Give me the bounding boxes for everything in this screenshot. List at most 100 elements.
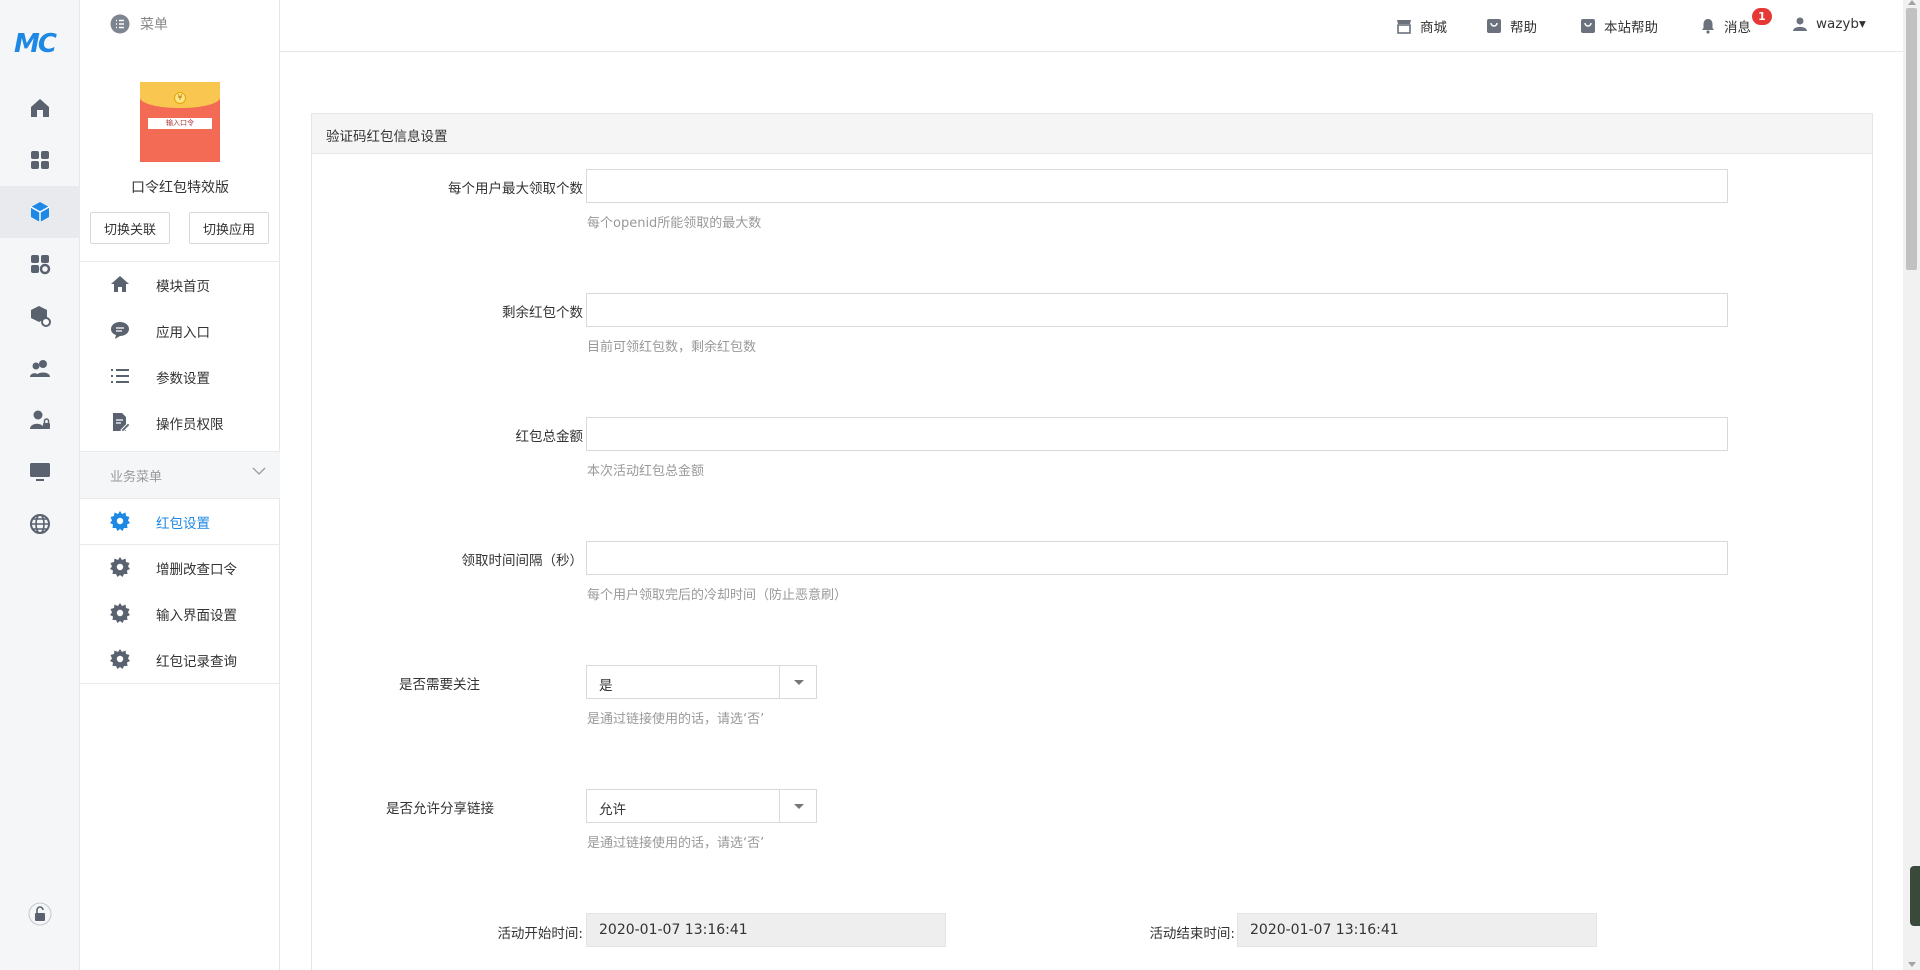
nav-item-operator-permissions[interactable]: 操作员权限 xyxy=(80,399,280,445)
select-value: 是 xyxy=(599,678,613,694)
total-amount-input[interactable] xyxy=(586,417,1728,451)
coin-icon: ¥ xyxy=(174,92,186,104)
caret-down-icon xyxy=(779,666,816,698)
caret-down-icon xyxy=(779,790,816,822)
field-help: 是通过链接使用的话，请选‘否’ xyxy=(587,712,765,727)
store-icon xyxy=(1397,20,1411,34)
field-label: 是否需要关注 xyxy=(399,677,480,693)
document-edit-icon xyxy=(113,413,130,432)
field-label: 红包总金额 xyxy=(515,429,584,445)
nav-label: 参数设置 xyxy=(156,371,210,387)
module-thumbnail: ¥ 输入口令 xyxy=(140,82,220,162)
start-time-label: 活动开始时间: xyxy=(497,926,583,942)
home-icon xyxy=(111,276,129,292)
nav-label: 红包记录查询 xyxy=(156,654,237,670)
field-label: 每个用户最大领取个数 xyxy=(448,181,583,197)
top-link-label: 消息 xyxy=(1724,20,1751,36)
nav-item-redpacket-settings[interactable]: 红包设置 xyxy=(80,498,280,544)
rail-apps-grid-icon[interactable] xyxy=(0,134,80,186)
start-time-input[interactable]: 2020-01-07 13:16:41 xyxy=(586,913,946,947)
select-value: 允许 xyxy=(599,802,626,818)
field-label: 领取时间间隔（秒） xyxy=(461,553,584,569)
rail-users-icon[interactable] xyxy=(0,342,80,394)
nav-label: 操作员权限 xyxy=(156,417,224,433)
gear-icon xyxy=(110,649,130,669)
nav-label: 红包设置 xyxy=(156,516,210,532)
nav-item-app-entry[interactable]: 应用入口 xyxy=(80,307,280,353)
top-link-label: 帮助 xyxy=(1510,20,1537,36)
rail-package-settings-icon[interactable] xyxy=(0,290,80,342)
module-sidebar: 菜单 ¥ 输入口令 口令红包特效版 切换关联 切换应用 模块首页 应用入口 参数… xyxy=(80,0,280,970)
user-icon xyxy=(1793,17,1807,31)
nav-label: 应用入口 xyxy=(156,325,210,341)
help-bag-icon xyxy=(1581,19,1595,33)
max-per-user-input[interactable] xyxy=(586,169,1728,203)
field-help: 是通过链接使用的话，请选‘否’ xyxy=(587,836,765,851)
menu-toggle[interactable]: 菜单 xyxy=(110,14,168,34)
vertical-scrollbar[interactable] xyxy=(1903,0,1920,970)
icon-rail: MC xyxy=(0,0,80,970)
nav-item-module-home[interactable]: 模块首页 xyxy=(80,261,280,307)
chevron-down-icon xyxy=(252,467,266,475)
top-link-site-help[interactable]: 本站帮助 xyxy=(1580,16,1658,36)
scrollbar-thumb[interactable] xyxy=(1906,8,1917,270)
chat-icon xyxy=(111,322,129,339)
message-count-badge: 1 xyxy=(1752,8,1772,25)
remaining-count-input[interactable] xyxy=(586,293,1728,327)
switch-link-button[interactable]: 切换关联 xyxy=(90,212,170,244)
field-help: 每个openid所能领取的最大数 xyxy=(587,216,762,231)
scroll-up-arrow-icon[interactable] xyxy=(1908,0,1916,5)
scroll-down-arrow-icon[interactable] xyxy=(1908,962,1916,967)
field-label: 剩余红包个数 xyxy=(502,305,583,321)
gear-icon xyxy=(110,511,130,531)
edge-widget-handle[interactable] xyxy=(1910,866,1920,926)
rail-home-icon[interactable] xyxy=(0,82,80,134)
top-link-messages[interactable]: 消息 xyxy=(1700,16,1751,36)
app-logo[interactable]: MC xyxy=(14,30,66,58)
allow-share-select[interactable]: 允许 xyxy=(586,789,817,823)
start-time-value: 2020-01-07 13:16:41 xyxy=(599,922,748,938)
unlock-icon[interactable] xyxy=(0,888,80,940)
require-follow-select[interactable]: 是 xyxy=(586,665,817,699)
gear-icon xyxy=(110,603,130,623)
list-icon xyxy=(111,369,129,383)
nav-item-parameters[interactable]: 参数设置 xyxy=(80,353,280,399)
section-label: 业务菜单 xyxy=(110,470,163,485)
end-time-value: 2020-01-07 13:16:41 xyxy=(1250,922,1399,938)
top-link-label: 商城 xyxy=(1420,20,1447,36)
field-help: 每个用户领取完后的冷却时间（防止恶意刷） xyxy=(587,588,848,603)
nav-item-redpacket-records[interactable]: 红包记录查询 xyxy=(80,636,280,682)
module-title: 口令红包特效版 xyxy=(131,180,229,196)
top-link-help[interactable]: 帮助 xyxy=(1486,16,1537,36)
panel-title: 验证码红包信息设置 xyxy=(326,129,448,145)
nav-item-input-ui-settings[interactable]: 输入界面设置 xyxy=(80,590,280,636)
nav-label: 增删改查口令 xyxy=(156,562,237,578)
menu-label: 菜单 xyxy=(140,17,168,33)
switch-app-button[interactable]: 切换应用 xyxy=(189,212,269,244)
end-time-input[interactable]: 2020-01-07 13:16:41 xyxy=(1237,913,1597,947)
nav-item-manage-passwords[interactable]: 增删改查口令 xyxy=(80,544,280,590)
rail-user-lock-icon[interactable] xyxy=(0,394,80,446)
settings-panel: 验证码红包信息设置 每个用户最大领取个数 每个openid所能领取的最大数 剩余… xyxy=(311,113,1873,970)
bell-icon xyxy=(1702,19,1714,34)
interval-seconds-input[interactable] xyxy=(586,541,1728,575)
top-link-label: 本站帮助 xyxy=(1604,20,1658,36)
nav-label: 模块首页 xyxy=(156,279,210,295)
nav-label: 输入界面设置 xyxy=(156,608,237,624)
help-bag-icon xyxy=(1487,19,1501,33)
rail-apps-settings-icon[interactable] xyxy=(0,238,80,290)
top-link-store[interactable]: 商城 xyxy=(1396,16,1447,36)
panel-header: 验证码红包信息设置 xyxy=(312,114,1872,154)
menu-list-icon xyxy=(110,14,130,34)
business-menu-section[interactable]: 业务菜单 xyxy=(80,452,280,498)
user-name: wazyb▾ xyxy=(1816,16,1866,32)
rail-monitor-icon[interactable] xyxy=(0,446,80,498)
rail-cube-icon[interactable] xyxy=(0,186,80,238)
field-label: 是否允许分享链接 xyxy=(386,801,494,817)
thumb-slip-text: 输入口令 xyxy=(148,118,212,129)
rail-globe-icon[interactable] xyxy=(0,498,80,550)
gear-icon xyxy=(110,557,130,577)
field-help: 目前可领红包数，剩余红包数 xyxy=(587,340,757,355)
user-menu[interactable]: wazyb▾ xyxy=(1792,16,1866,32)
end-time-label: 活动结束时间: xyxy=(1149,926,1235,942)
